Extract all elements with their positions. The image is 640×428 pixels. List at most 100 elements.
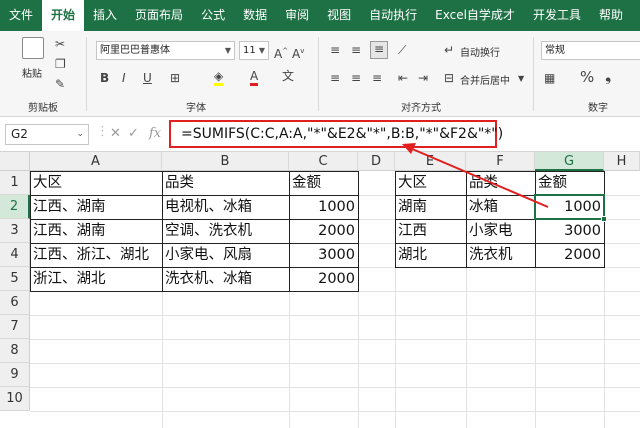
- row-header[interactable]: 9: [0, 363, 30, 387]
- row-header[interactable]: 5: [0, 267, 30, 291]
- column-header[interactable]: D: [358, 152, 395, 171]
- cut-icon[interactable]: ✂: [55, 37, 65, 51]
- align-center-icon[interactable]: ≡: [351, 71, 361, 85]
- cell[interactable]: 空调、洗衣机: [162, 219, 289, 243]
- menu-item[interactable]: 公式: [192, 0, 234, 31]
- cell[interactable]: 3000: [535, 219, 604, 243]
- font-size-select[interactable]: 11 ▼: [239, 41, 269, 60]
- underline-button[interactable]: U: [143, 71, 152, 85]
- align-top-icon[interactable]: ≡: [330, 43, 340, 57]
- row-header[interactable]: 7: [0, 315, 30, 339]
- menu-item[interactable]: 插入: [84, 0, 126, 31]
- merge-center-icon[interactable]: ⊟: [444, 71, 454, 85]
- indent-decrease-icon[interactable]: ⇤: [398, 71, 408, 85]
- cell[interactable]: 江西、浙江、湖北: [30, 243, 162, 267]
- font-shrink-icon[interactable]: Av: [292, 44, 304, 61]
- copy-icon[interactable]: ❐: [55, 57, 66, 71]
- cell[interactable]: 3000: [289, 243, 358, 267]
- cell[interactable]: 小家电: [466, 219, 535, 243]
- fill-color-icon[interactable]: ◈: [214, 69, 224, 86]
- worksheet-grid[interactable]: A B C D E F G H 1 2 3 4 5 6 7 8 9 10 大区 品类 金额 江西、湖南 电视机、冰箱 1000…: [0, 143, 640, 428]
- align-left-icon[interactable]: ≡: [330, 71, 340, 85]
- percent-icon[interactable]: %: [580, 70, 594, 85]
- menu-item[interactable]: 数据: [234, 0, 276, 31]
- row-header[interactable]: 8: [0, 339, 30, 363]
- merge-center-button[interactable]: 合并后居中: [460, 72, 510, 87]
- wrap-text-button[interactable]: 自动换行: [460, 44, 500, 59]
- cell[interactable]: 湖北: [395, 243, 466, 267]
- select-all-corner[interactable]: [0, 152, 30, 171]
- cell[interactable]: 冰箱: [466, 195, 535, 219]
- insert-function-icon[interactable]: fx: [149, 126, 161, 141]
- cell[interactable]: 2000: [535, 243, 604, 267]
- menu-item[interactable]: Excel自学成才: [426, 0, 524, 31]
- cell[interactable]: 2000: [289, 219, 358, 243]
- menu-item[interactable]: 开发工具: [524, 0, 590, 31]
- enter-icon[interactable]: ✓: [128, 126, 139, 141]
- number-format-select[interactable]: 常规: [541, 41, 640, 60]
- menu-item[interactable]: 页面布局: [126, 0, 192, 31]
- cell[interactable]: 大区: [30, 171, 162, 195]
- comma-style-icon[interactable]: ❟: [605, 68, 611, 84]
- cell[interactable]: 品类: [162, 171, 289, 195]
- align-right-icon[interactable]: ≡: [372, 71, 382, 85]
- cell[interactable]: 小家电、风扇: [162, 243, 289, 267]
- menu-item[interactable]: 自动执行: [360, 0, 426, 31]
- orientation-icon[interactable]: ⟋: [398, 43, 406, 57]
- row-header[interactable]: 3: [0, 219, 30, 243]
- row-header[interactable]: 4: [0, 243, 30, 267]
- cell[interactable]: 电视机、冰箱: [162, 195, 289, 219]
- menu-item[interactable]: 视图: [318, 0, 360, 31]
- menu-item[interactable]: 文件: [0, 0, 42, 31]
- font-name-select[interactable]: 阿里巴巴普惠体 ▼: [96, 41, 235, 60]
- column-header[interactable]: E: [395, 152, 466, 171]
- font-grow-icon[interactable]: A^: [274, 44, 288, 61]
- cell[interactable]: 浙江、湖北: [30, 267, 162, 291]
- cell[interactable]: 湖南: [395, 195, 466, 219]
- clipboard-group-label: 剪贴板: [28, 103, 58, 114]
- font-color-icon[interactable]: A: [250, 69, 259, 86]
- name-box[interactable]: G2 ⌄: [5, 124, 89, 145]
- cell[interactable]: 大区: [395, 171, 466, 195]
- paste-icon[interactable]: [22, 37, 44, 59]
- column-header[interactable]: G: [535, 152, 604, 171]
- phonetic-icon[interactable]: 文: [282, 69, 294, 83]
- cell[interactable]: 2000: [289, 267, 358, 291]
- cell[interactable]: 1000: [289, 195, 358, 219]
- paste-button[interactable]: 粘贴: [22, 65, 42, 80]
- menu-item[interactable]: 审阅: [276, 0, 318, 31]
- cell[interactable]: 江西、湖南: [30, 195, 162, 219]
- cell[interactable]: 金额: [535, 171, 604, 195]
- cancel-icon[interactable]: ✕: [110, 126, 121, 141]
- align-bottom-icon[interactable]: ≡: [370, 41, 388, 59]
- wrap-text-icon[interactable]: ↵: [444, 43, 454, 57]
- format-painter-icon[interactable]: ✎: [55, 77, 65, 91]
- menu-item[interactable]: 帮助: [590, 0, 632, 31]
- row-header[interactable]: 10: [0, 387, 30, 411]
- row-header[interactable]: 6: [0, 291, 30, 315]
- italic-button[interactable]: I: [122, 71, 126, 85]
- cell[interactable]: 江西、湖南: [30, 219, 162, 243]
- column-header[interactable]: C: [289, 152, 358, 171]
- cell[interactable]: 江西: [395, 219, 466, 243]
- menu-item[interactable]: 开始: [42, 0, 85, 31]
- cell[interactable]: 洗衣机、冰箱: [162, 267, 289, 291]
- row-header[interactable]: 2: [0, 195, 30, 219]
- table-border: [30, 243, 359, 244]
- column-header[interactable]: A: [30, 152, 162, 171]
- chevron-down-icon[interactable]: ▼: [518, 72, 524, 86]
- align-middle-icon[interactable]: ≡: [351, 43, 361, 57]
- cell[interactable]: 洗衣机: [466, 243, 535, 267]
- column-header[interactable]: F: [466, 152, 535, 171]
- cell[interactable]: 品类: [466, 171, 535, 195]
- column-header[interactable]: B: [162, 152, 289, 171]
- accounting-format-icon[interactable]: ▦: [544, 71, 555, 85]
- formula-input[interactable]: =SUMIFS(C:C,A:A,"*"&E2&"*",B:B,"*"&F2&"*…: [169, 120, 503, 148]
- fill-handle[interactable]: [601, 216, 607, 222]
- bold-button[interactable]: B: [100, 71, 109, 85]
- cell[interactable]: 金额: [289, 171, 358, 195]
- column-header[interactable]: H: [604, 152, 640, 171]
- borders-icon[interactable]: ⊞: [170, 71, 180, 85]
- row-header[interactable]: 1: [0, 171, 30, 195]
- indent-increase-icon[interactable]: ⇥: [418, 71, 428, 85]
